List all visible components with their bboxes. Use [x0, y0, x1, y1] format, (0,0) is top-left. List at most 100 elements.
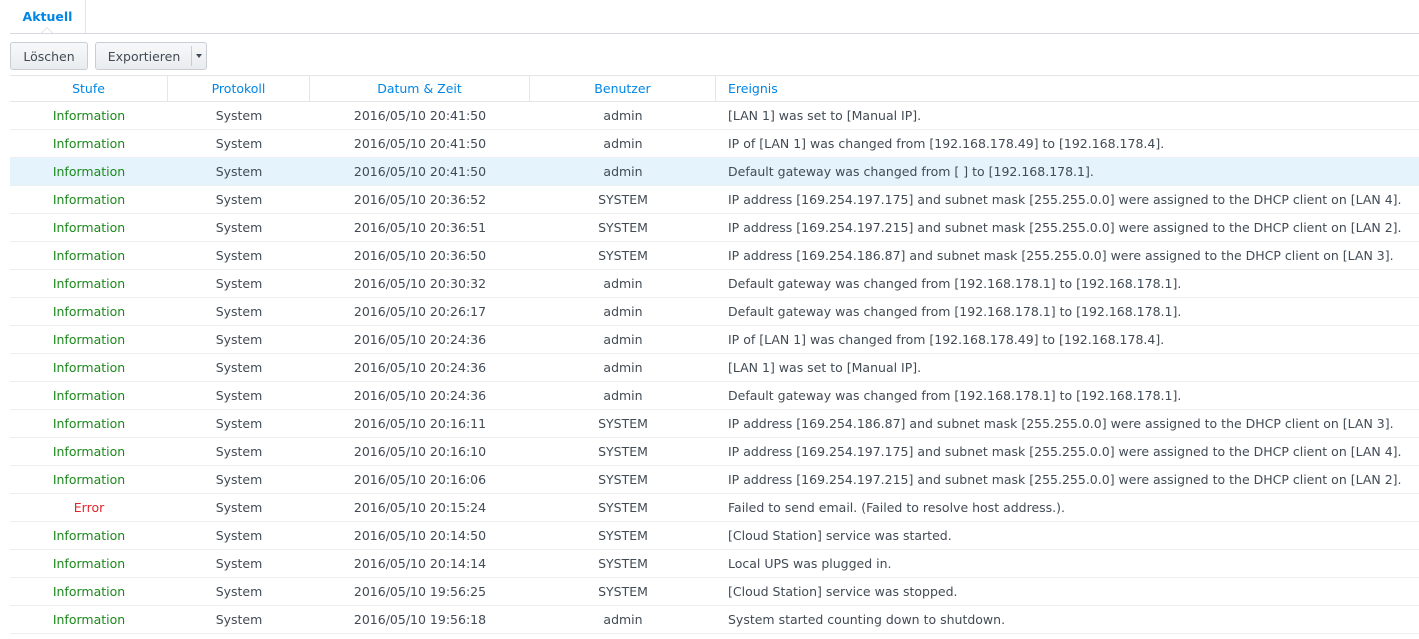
table-row[interactable]: Information System 2016/05/10 20:36:50 SYST…	[10, 242, 1419, 270]
event-cell: IP of [LAN 1] was changed from [192.168.…	[728, 136, 1165, 151]
table-body: Information System 2016/05/10 20:41:50 admi…	[10, 102, 1419, 634]
log-cell: System	[215, 584, 263, 599]
user-cell: SYSTEM	[598, 220, 648, 235]
table-row[interactable]: Information System 2016/05/10 20:14:50 SYST…	[10, 522, 1419, 550]
user-cell: admin	[603, 164, 643, 179]
table-row[interactable]: Information System 2016/05/10 20:16:11 SYST…	[10, 410, 1419, 438]
level-cell: Information	[52, 472, 126, 487]
user-cell: admin	[603, 304, 643, 319]
column-header-event[interactable]: Ereignis	[716, 76, 1419, 102]
log-cell: System	[215, 500, 263, 515]
user-cell: admin	[603, 108, 643, 123]
table-row[interactable]: Information System 2016/05/10 20:41:50 admi…	[10, 158, 1419, 186]
level-cell: Information	[52, 556, 126, 571]
user-cell: admin	[603, 360, 643, 375]
log-cell: System	[215, 332, 263, 347]
datetime-cell: 2016/05/10 20:16:06	[353, 472, 487, 487]
log-cell: System	[215, 192, 263, 207]
log-cell: System	[215, 220, 263, 235]
table-row[interactable]: Information System 2016/05/10 20:16:06 SYST…	[10, 466, 1419, 494]
datetime-cell: 2016/05/10 20:24:36	[353, 388, 487, 403]
table-header: Stufe Protokoll Datum & Zeit Benutzer Er…	[10, 75, 1419, 102]
datetime-cell: 2016/05/10 20:24:36	[353, 332, 487, 347]
event-cell: Failed to send email. (Failed to resolve…	[728, 500, 1066, 515]
table-row[interactable]: Information System 2016/05/10 19:56:25 SYST…	[10, 578, 1419, 606]
level-cell: Information	[52, 136, 126, 151]
level-cell: Information	[52, 332, 126, 347]
level-cell: Information	[52, 528, 126, 543]
datetime-cell: 2016/05/10 19:56:25	[353, 584, 487, 599]
table-row[interactable]: Information System 2016/05/10 20:41:50 admi…	[10, 130, 1419, 158]
table-row[interactable]: Information System 2016/05/10 20:26:17 admi…	[10, 298, 1419, 326]
log-cell: System	[215, 444, 263, 459]
table-row[interactable]: Information System 2016/05/10 20:36:51 SYST…	[10, 214, 1419, 242]
table-row[interactable]: Information System 2016/05/10 20:36:52 SYST…	[10, 186, 1419, 214]
level-cell: Information	[52, 612, 126, 627]
column-header-user[interactable]: Benutzer	[530, 76, 716, 102]
datetime-cell: 2016/05/10 20:14:14	[353, 556, 487, 571]
datetime-cell: 2016/05/10 20:30:32	[353, 276, 487, 291]
user-cell: admin	[603, 332, 643, 347]
event-cell: IP address [169.254.197.175] and subnet …	[728, 192, 1402, 207]
level-cell: Error	[73, 500, 105, 515]
user-cell: SYSTEM	[598, 472, 648, 487]
datetime-cell: 2016/05/10 20:41:50	[353, 108, 487, 123]
column-header-datetime[interactable]: Datum & Zeit	[310, 76, 530, 102]
event-cell: IP address [169.254.197.215] and subnet …	[728, 472, 1402, 487]
event-cell: IP of [LAN 1] was changed from [192.168.…	[728, 332, 1165, 347]
event-cell: IP address [169.254.197.175] and subnet …	[728, 444, 1402, 459]
datetime-cell: 2016/05/10 20:41:50	[353, 164, 487, 179]
table-row[interactable]: Information System 2016/05/10 20:16:10 SYST…	[10, 438, 1419, 466]
table-row[interactable]: Information System 2016/05/10 20:30:32 admi…	[10, 270, 1419, 298]
datetime-cell: 2016/05/10 20:41:50	[353, 136, 487, 151]
export-button-label: Exportieren	[107, 48, 181, 64]
datetime-cell: 2016/05/10 20:15:24	[353, 500, 487, 515]
log-cell: System	[215, 416, 263, 431]
level-cell: Information	[52, 416, 126, 431]
user-cell: SYSTEM	[598, 500, 648, 515]
user-cell: SYSTEM	[598, 556, 648, 571]
table-row[interactable]: Error System 2016/05/10 20:15:24 SYSTEM Fail…	[10, 494, 1419, 522]
user-cell: SYSTEM	[598, 192, 648, 207]
level-cell: Information	[52, 304, 126, 319]
event-cell: Default gateway was changed from [192.16…	[728, 304, 1182, 319]
event-cell: [LAN 1] was set to [Manual IP].	[728, 360, 922, 375]
log-cell: System	[215, 136, 263, 151]
table-row[interactable]: Information System 2016/05/10 20:24:36 admi…	[10, 354, 1419, 382]
log-cell: System	[215, 164, 263, 179]
log-cell: System	[215, 388, 263, 403]
log-cell: System	[215, 108, 263, 123]
column-header-log[interactable]: Protokoll	[168, 76, 310, 102]
datetime-cell: 2016/05/10 20:36:51	[353, 220, 487, 235]
delete-button[interactable]: Löschen	[10, 42, 88, 70]
event-cell: IP address [169.254.197.215] and subnet …	[728, 220, 1402, 235]
level-cell: Information	[52, 584, 126, 599]
level-cell: Information	[52, 220, 126, 235]
level-cell: Information	[52, 444, 126, 459]
datetime-cell: 2016/05/10 20:36:50	[353, 248, 487, 263]
export-dropdown-toggle[interactable]	[191, 46, 206, 66]
user-cell: SYSTEM	[598, 528, 648, 543]
datetime-cell: 2016/05/10 20:16:11	[353, 416, 487, 431]
event-cell: [Cloud Station] service was stopped.	[728, 584, 958, 599]
datetime-cell: 2016/05/10 20:36:52	[353, 192, 487, 207]
table-row[interactable]: Information System 2016/05/10 20:24:36 admi…	[10, 382, 1419, 410]
event-cell: IP address [169.254.186.87] and subnet m…	[728, 248, 1394, 263]
log-cell: System	[215, 276, 263, 291]
tab-bar: Aktuell	[10, 0, 1419, 34]
log-cell: System	[215, 556, 263, 571]
table-row[interactable]: Information System 2016/05/10 20:14:14 SYST…	[10, 550, 1419, 578]
level-cell: Information	[52, 276, 126, 291]
export-button[interactable]: Exportieren	[95, 42, 207, 70]
table-row[interactable]: Information System 2016/05/10 19:56:18 admi…	[10, 606, 1419, 634]
datetime-cell: 2016/05/10 20:14:50	[353, 528, 487, 543]
table-row[interactable]: Information System 2016/05/10 20:24:36 admi…	[10, 326, 1419, 354]
log-cell: System	[215, 304, 263, 319]
level-cell: Information	[52, 248, 126, 263]
event-cell: Default gateway was changed from [192.16…	[728, 276, 1182, 291]
column-header-level[interactable]: Stufe	[10, 76, 168, 102]
table-row[interactable]: Information System 2016/05/10 20:41:50 admi…	[10, 102, 1419, 130]
level-cell: Information	[52, 164, 126, 179]
user-cell: admin	[603, 388, 643, 403]
datetime-cell: 2016/05/10 20:24:36	[353, 360, 487, 375]
